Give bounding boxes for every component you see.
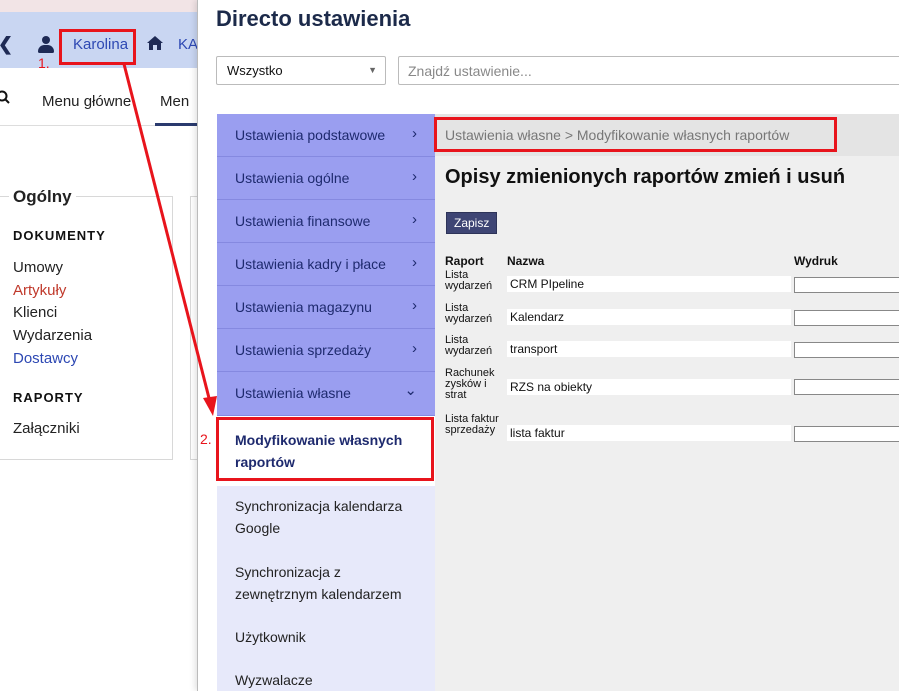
sidebar-subitem-label: Użytkownik (235, 629, 306, 645)
chevron-right-icon: › (412, 211, 417, 228)
sidebar-item-label: Ustawienia magazynu (235, 299, 372, 315)
section-reports: RAPORTY (13, 390, 84, 405)
sidebar-item-general[interactable]: Ustawienia ogólne › (217, 157, 435, 200)
sidebar-item-custom[interactable]: Ustawienia własne ⌄ (217, 372, 435, 416)
sidebar-item-label: Ustawienia kadry i płace (235, 256, 386, 272)
row-name-input[interactable] (507, 276, 791, 292)
settings-search-box[interactable] (398, 56, 899, 85)
chevron-right-icon: › (412, 125, 417, 142)
chevron-right-icon: › (412, 297, 417, 314)
annotation-step-2: 2. (200, 431, 212, 447)
company-link[interactable]: KA (178, 36, 198, 53)
sidebar-subitem-user[interactable]: Użytkownik (217, 626, 435, 656)
row-report-type: Lista faktur sprzedaży (445, 413, 499, 436)
doc-link-artykuly[interactable]: Artykuły (13, 282, 66, 299)
row-report-type: Lista wydarzeń (445, 269, 493, 292)
sidebar-subitem-external-sync[interactable]: Synchronizacja z zewnętrznym kalendarzem (217, 561, 435, 616)
nav-main-menu[interactable]: Menu główne (42, 93, 131, 110)
background-top-strip (0, 0, 200, 12)
sidebar-item-label: Ustawienia podstawowe (235, 127, 386, 143)
dropdown-arrow-icon: ▼ (368, 65, 377, 75)
sidebar-item-hr-payroll[interactable]: Ustawienia kadry i płace › (217, 243, 435, 286)
row-name-input[interactable] (507, 379, 791, 395)
background-nav: Menu główne Men (0, 80, 200, 126)
sidebar-item-label: Ustawienia finansowe (235, 213, 371, 229)
row-print-input[interactable] (794, 310, 899, 326)
sidebar-item-label: Ustawienia sprzedaży (235, 342, 372, 358)
chevron-right-icon: › (412, 254, 417, 271)
sidebar-item-sales[interactable]: Ustawienia sprzedaży › (217, 329, 435, 372)
settings-sidebar: Ustawienia podstawowe › Ustawienia ogóln… (217, 114, 435, 691)
filter-select[interactable]: Wszystko ▼ (216, 56, 386, 85)
sidebar-subitem-label: Wyzwalacze (235, 672, 313, 688)
row-print-input[interactable] (794, 379, 899, 395)
home-icon[interactable] (146, 35, 164, 51)
sidebar-item-finance[interactable]: Ustawienia finansowe › (217, 200, 435, 243)
sidebar-item-label: Ustawienia ogólne (235, 170, 350, 186)
search-icon[interactable] (0, 90, 10, 104)
panel-legend: Ogólny (9, 187, 76, 207)
sidebar-item-basic[interactable]: Ustawienia podstawowe › (217, 114, 435, 157)
highlight-breadcrumb (434, 117, 837, 152)
annotation-step-1: 1. (38, 55, 50, 71)
content-area: Ustawienia własne > Modyfikowanie własny… (435, 114, 899, 691)
doc-link-wydarzenia[interactable]: Wydarzenia (13, 327, 92, 344)
row-name-input[interactable] (507, 425, 791, 441)
row-print-input[interactable] (794, 342, 899, 358)
general-panel: Ogólny DOKUMENTY Umowy Artykuły Klienci … (0, 187, 173, 460)
doc-link-dostawcy[interactable]: Dostawcy (13, 350, 78, 367)
chevron-right-icon: › (412, 340, 417, 357)
column-header-wydruk: Wydruk (794, 254, 838, 268)
save-button[interactable]: Zapisz (446, 212, 498, 234)
column-header-nazwa: Nazwa (507, 254, 545, 268)
row-name-input[interactable] (507, 309, 791, 325)
sidebar-item-warehouse[interactable]: Ustawienia magazynu › (217, 286, 435, 329)
row-report-type: Lista wydarzeń (445, 334, 493, 357)
row-report-type: Rachunek zysków i strat (445, 367, 495, 401)
doc-link-umowy[interactable]: Umowy (13, 259, 63, 276)
doc-link-klienci[interactable]: Klienci (13, 304, 57, 321)
nav-active-underline (155, 123, 200, 126)
row-report-type: Lista wydarzeń (445, 302, 493, 325)
dialog-title: Directo ustawienia (216, 6, 411, 31)
sidebar-subitem-google-sync[interactable]: Synchronizacja kalendarza Google (217, 495, 435, 550)
sidebar-subitem-triggers[interactable]: Wyzwalacze (217, 669, 435, 691)
highlight-active-menu-item (216, 417, 434, 481)
settings-dialog: Directo ustawienia Wszystko ▼ Ustawienia… (197, 0, 899, 691)
sidebar-subitem-label: Synchronizacja z zewnętrznym kalendarzem (235, 564, 402, 602)
highlight-username (59, 29, 136, 65)
filter-select-value: Wszystko (227, 63, 283, 78)
sidebar-subitem-label: Synchronizacja kalendarza Google (235, 498, 403, 536)
column-header-raport: Raport (445, 254, 484, 268)
settings-search-input[interactable] (399, 57, 899, 84)
user-icon (38, 36, 54, 53)
row-print-input[interactable] (794, 277, 899, 293)
content-title: Opisy zmienionych raportów zmień i usuń (445, 166, 846, 188)
report-link-zalaczniki[interactable]: Załączniki (13, 420, 80, 437)
sidebar-item-label: Ustawienia własne (235, 385, 351, 401)
nav-menu-tab[interactable]: Men (160, 93, 189, 110)
back-chevron-icon[interactable]: ❮ (0, 34, 13, 55)
row-print-input[interactable] (794, 426, 899, 442)
section-documents: DOKUMENTY (13, 228, 106, 243)
chevron-right-icon: › (412, 168, 417, 185)
chevron-down-icon: ⌄ (404, 382, 417, 399)
row-name-input[interactable] (507, 341, 791, 357)
